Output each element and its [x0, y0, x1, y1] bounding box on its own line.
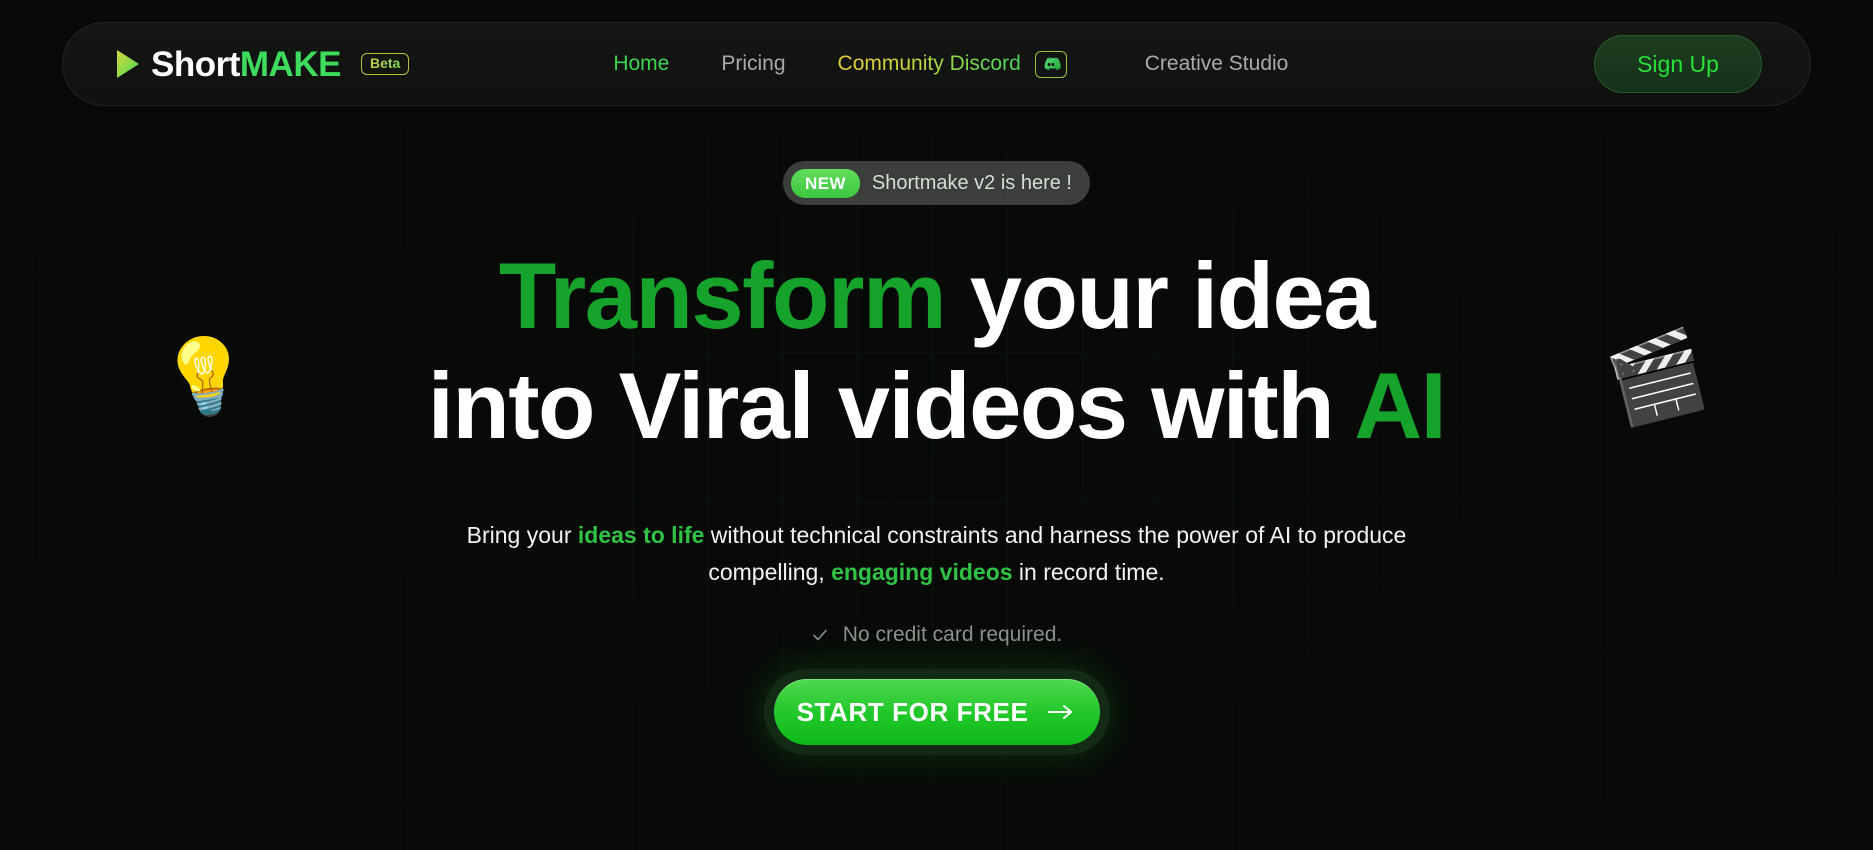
- hero-headline-transform: Transform: [498, 243, 947, 348]
- start-for-free-button[interactable]: START FOR FREE: [773, 679, 1100, 746]
- no-credit-card-text: No credit card required.: [842, 623, 1063, 647]
- hero-headline-line-1: Transform your idea: [428, 241, 1446, 351]
- clapperboard-icon: 🎬: [1598, 322, 1715, 432]
- nav-item-community-discord-label: Community Discord: [837, 52, 1021, 75]
- hero-headline-ai: AI: [1354, 352, 1447, 458]
- site-header: ShortMAKE Beta Home Pricing Community Di…: [62, 22, 1811, 106]
- hero-headline-line-2: into Viral videos with AI: [427, 351, 1447, 461]
- nav-item-pricing[interactable]: Pricing: [695, 52, 811, 76]
- hero-headline-your-idea: your idea: [969, 243, 1376, 348]
- no-credit-card-note: No credit card required.: [811, 623, 1062, 647]
- nav-item-creative-studio[interactable]: Creative Studio: [1093, 52, 1315, 76]
- nav-item-home[interactable]: Home: [587, 52, 695, 76]
- hero-subtitle: Bring your ideas to life without technic…: [462, 517, 1412, 592]
- sign-up-button[interactable]: Sign Up: [1594, 35, 1762, 93]
- arrow-right-icon: [1046, 702, 1076, 722]
- brand-name-short: Short: [151, 44, 240, 84]
- nav-item-community-discord[interactable]: Community Discord: [812, 50, 1093, 78]
- cta-glow-ring: START FOR FREE: [763, 669, 1110, 756]
- discord-icon: [1034, 50, 1067, 78]
- announcement-text: Shortmake v2 is here !: [871, 171, 1072, 194]
- subtitle-ideas-to-life: ideas to life: [577, 521, 705, 548]
- brand-name: ShortMAKE: [151, 47, 341, 82]
- brand-name-make: MAKE: [239, 44, 342, 84]
- subtitle-engaging-videos: engaging videos: [831, 559, 1013, 586]
- brand-logo[interactable]: ShortMAKE Beta: [115, 47, 410, 82]
- announcement-new-badge: NEW: [791, 168, 860, 198]
- subtitle-segment-1: Bring your: [466, 521, 578, 548]
- beta-badge: Beta: [360, 52, 410, 76]
- subtitle-segment-5: in record time.: [1012, 559, 1165, 586]
- lightbulb-icon: 💡: [154, 328, 258, 425]
- main-nav: Home Pricing Community Discord Creative …: [587, 50, 1315, 78]
- announcement-banner[interactable]: NEW Shortmake v2 is here !: [783, 161, 1090, 205]
- play-triangle-icon: [115, 48, 141, 80]
- landing-page: ShortMAKE Beta Home Pricing Community Di…: [0, 0, 1873, 850]
- hero-headline-into-viral: into Viral videos with: [427, 352, 1335, 458]
- hero-section: NEW Shortmake v2 is here ! Transform you…: [0, 0, 1873, 850]
- start-for-free-label: START FOR FREE: [796, 696, 1029, 727]
- hero-headline: Transform your idea into Viral videos wi…: [427, 241, 1447, 461]
- check-icon: [811, 626, 829, 644]
